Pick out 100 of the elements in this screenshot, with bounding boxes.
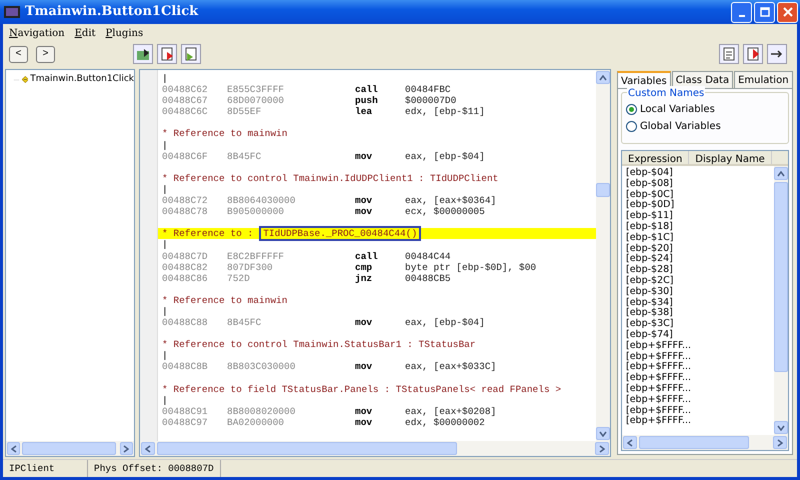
- radio-button[interactable]: [626, 104, 637, 115]
- menu-item[interactable]: Navigation: [9, 26, 65, 39]
- column-header[interactable]: Expression: [622, 151, 690, 164]
- address: 00488C72: [162, 195, 209, 206]
- list-row[interactable]: [ebp-$20]: [622, 244, 774, 254]
- forward-button[interactable]: >: [36, 46, 55, 62]
- list-row[interactable]: [ebp-$04]: [622, 168, 774, 179]
- reference-comment: * Reference to control Tmainwin.StatusBar1 : TStatusBar: [162, 339, 476, 350]
- scroll-left-icon: [627, 438, 633, 447]
- list-row[interactable]: [ebp+$FFFF...: [622, 373, 774, 384]
- tab[interactable]: Class Data: [672, 71, 734, 88]
- tab[interactable]: Emulation: [734, 71, 793, 88]
- scroll-right-icon: [599, 444, 605, 453]
- opcode-bytes: 8B8008020000: [227, 406, 296, 417]
- menu-item[interactable]: Plugins: [106, 26, 144, 39]
- toolbar-button[interactable]: [181, 44, 201, 64]
- status-text: IPClient: [3, 460, 88, 477]
- horizontal-scrollbar[interactable]: [622, 435, 788, 450]
- operands: 00484FBC: [405, 84, 451, 96]
- operands: eax, [eax+$0208]: [405, 406, 496, 417]
- operands: eax, [eax+$0364]: [405, 195, 496, 206]
- list-row[interactable]: [ebp-$3C]: [622, 319, 774, 330]
- tree-item[interactable]: Tmainwin.Button1Click: [30, 73, 134, 86]
- mnemonic: push: [355, 95, 379, 106]
- toolbar-button[interactable]: [743, 44, 763, 64]
- scroll-down-icon: [777, 424, 785, 431]
- line-marker: |: [162, 350, 168, 362]
- toolbar-button[interactable]: [157, 44, 177, 64]
- opcode-bytes: 807DF300: [227, 262, 274, 273]
- list-row[interactable]: [ebp+$FFFF...: [622, 352, 774, 362]
- list-row[interactable]: [ebp+$FFFF...: [622, 406, 774, 416]
- list-row[interactable]: [ebp-$24]: [622, 254, 774, 266]
- list-row[interactable]: [ebp-$0C]: [622, 190, 774, 200]
- mnemonic: mov: [355, 150, 374, 162]
- mnemonic: mov: [355, 195, 374, 206]
- operands: 00484C44: [405, 250, 451, 262]
- mnemonic: jnz: [355, 272, 374, 284]
- list-row[interactable]: [ebp+$FFFF...: [622, 394, 774, 406]
- line-marker: |: [162, 184, 168, 196]
- list-row[interactable]: [ebp+$FFFF...: [622, 384, 774, 395]
- address: 00488C7D: [162, 250, 209, 262]
- address: 00488C6C: [162, 106, 209, 118]
- radio-label: Global Variables: [640, 120, 721, 134]
- mnemonic: mov: [355, 206, 374, 218]
- back-button[interactable]: <: [9, 46, 28, 62]
- close-button[interactable]: [777, 2, 798, 22]
- address: 00488C62: [162, 84, 209, 96]
- operands: byte ptr [ebp-$0D], $00: [405, 262, 536, 273]
- window-title: Tmainwin.Button1Click: [25, 3, 200, 22]
- address: 00488C86: [162, 272, 209, 284]
- address: 00488C6F: [162, 150, 209, 162]
- address: 00488C8B: [162, 361, 209, 373]
- tab[interactable]: Variables: [617, 71, 671, 88]
- toolbar-button[interactable]: [767, 44, 787, 64]
- vertical-scrollbar[interactable]: [774, 166, 788, 435]
- reference-comment: * Reference to control Tmainwin.IdUDPClient1 : TIdUDPClient: [162, 172, 498, 184]
- list-row[interactable]: [ebp+$FFFF...: [622, 362, 774, 374]
- mnemonic: mov: [355, 406, 374, 417]
- vertical-scrollbar[interactable]: [596, 70, 610, 441]
- list-row[interactable]: [ebp+$FFFF...: [622, 340, 774, 352]
- close-icon: [782, 7, 792, 17]
- scroll-left-icon: [10, 444, 17, 453]
- scroll-thumb[interactable]: [774, 182, 788, 372]
- menu-item[interactable]: Edit: [74, 26, 96, 39]
- list-row[interactable]: [ebp+$FFFF...: [622, 416, 774, 428]
- list-row[interactable]: [ebp-$2C]: [622, 276, 774, 287]
- horizontal-scrollbar[interactable]: [140, 441, 610, 456]
- opcode-bytes: 8B8064030000: [227, 195, 296, 206]
- list-row[interactable]: [ebp-$1C]: [622, 232, 774, 244]
- operands: edx, [ebp-$11]: [405, 106, 485, 118]
- list-row[interactable]: [ebp-$30]: [622, 286, 774, 298]
- list-row[interactable]: [ebp-$08]: [622, 178, 774, 190]
- opcode-bytes: 8B803C030000: [227, 361, 296, 373]
- list-row[interactable]: [ebp-$74]: [622, 330, 774, 341]
- app-icon: [4, 5, 20, 19]
- minimize-button[interactable]: [731, 2, 752, 22]
- radio-button[interactable]: [626, 121, 637, 132]
- list-row[interactable]: [ebp-$34]: [622, 298, 774, 308]
- list-row[interactable]: [ebp-$18]: [622, 222, 774, 233]
- line-marker: |: [162, 306, 168, 318]
- address: 00488C97: [162, 416, 209, 428]
- selected-reference[interactable]: TIdUDPBase._PROC_00484C44(): [259, 226, 422, 242]
- mnemonic: call: [355, 84, 379, 96]
- address: 00488C91: [162, 406, 209, 417]
- column-header[interactable]: Display Name: [689, 151, 772, 164]
- list-row[interactable]: [ebp-$0D]: [622, 200, 774, 212]
- maximize-button[interactable]: [754, 2, 775, 22]
- horizontal-scrollbar[interactable]: [6, 441, 134, 456]
- mnemonic: call: [355, 250, 379, 262]
- toolbar-button[interactable]: [133, 44, 153, 64]
- list-row[interactable]: [ebp-$28]: [622, 265, 774, 276]
- list-row[interactable]: [ebp-$38]: [622, 308, 774, 320]
- line-marker: |: [162, 394, 168, 406]
- page-icon: [721, 46, 737, 62]
- list-row[interactable]: [ebp-$11]: [622, 211, 774, 222]
- toolbar-button[interactable]: [719, 44, 739, 64]
- address: 00488C78: [162, 206, 209, 218]
- scroll-thumb[interactable]: [596, 183, 610, 197]
- reference-comment: * Reference to mainwin: [162, 128, 288, 140]
- scroll-down-icon: [599, 430, 607, 437]
